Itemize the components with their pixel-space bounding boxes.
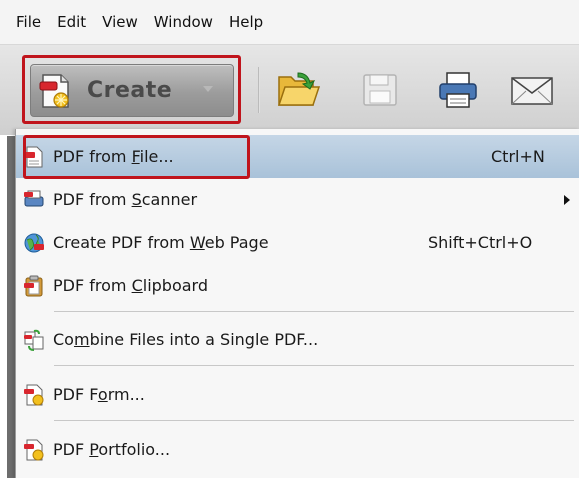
shortcut-text: Shift+Ctrl+O [428,233,533,252]
menu-item-combine-files[interactable]: Combine Files into a Single PDF... [16,318,579,361]
menu-separator [54,311,574,312]
email-icon[interactable] [510,75,554,107]
clipboard-icon [24,275,43,296]
menu-item-label: PDF from File... [53,147,174,166]
create-button[interactable]: Create [30,64,234,117]
menu-separator [54,420,574,421]
menu-edit[interactable]: Edit [51,0,92,44]
pdf-from-file-icon [24,146,43,167]
menu-item-label: Create PDF from Web Page [53,233,269,252]
web-page-icon [24,233,44,252]
shortcut-text: Ctrl+N [491,147,545,166]
menu-item-label: PDF from Clipboard [53,276,208,295]
save-icon[interactable] [362,73,398,107]
open-folder-icon[interactable] [276,69,320,109]
menu-item-label: PDF Form... [53,385,145,404]
menu-item-pdf-from-clipboard[interactable]: PDF from Clipboard [16,264,579,307]
create-button-label: Create [87,78,173,103]
menu-item-pdf-form[interactable]: PDF Form... [16,373,579,416]
menu-item-label: PDF Portfolio... [53,440,171,459]
scanner-icon [24,190,44,206]
toolbar: Create [0,45,579,135]
menu-bar: File Edit View Window Help [0,0,579,45]
menu-item-pdf-portfolio[interactable]: PDF Portfolio... [16,428,579,471]
menu-item-label: PDF from Scanner [53,190,198,209]
menu-file[interactable]: File [10,0,47,44]
menu-separator [54,365,574,366]
chevron-down-icon [203,86,213,92]
pdf-portfolio-icon [24,439,44,460]
pdf-form-icon [24,384,44,405]
menu-help[interactable]: Help [223,0,269,44]
menu-window[interactable]: Window [148,0,219,44]
menu-item-pdf-from-file[interactable]: PDF from File... Ctrl+N [16,135,579,178]
create-pdf-icon [39,73,69,108]
menu-item-create-pdf-from-web-page[interactable]: Create PDF from Web Page Shift+Ctrl+O [16,221,579,264]
combine-files-icon [24,329,44,351]
create-dropdown-menu: PDF from File... Ctrl+N PDF from Scanner… [15,129,579,478]
submenu-arrow-icon [564,194,570,205]
print-icon[interactable] [437,71,479,109]
menu-item-pdf-from-scanner[interactable]: PDF from Scanner [16,178,579,221]
toolbar-separator [258,67,260,113]
menu-item-label: Combine Files into a Single PDF... [53,330,319,349]
menu-view[interactable]: View [96,0,144,44]
